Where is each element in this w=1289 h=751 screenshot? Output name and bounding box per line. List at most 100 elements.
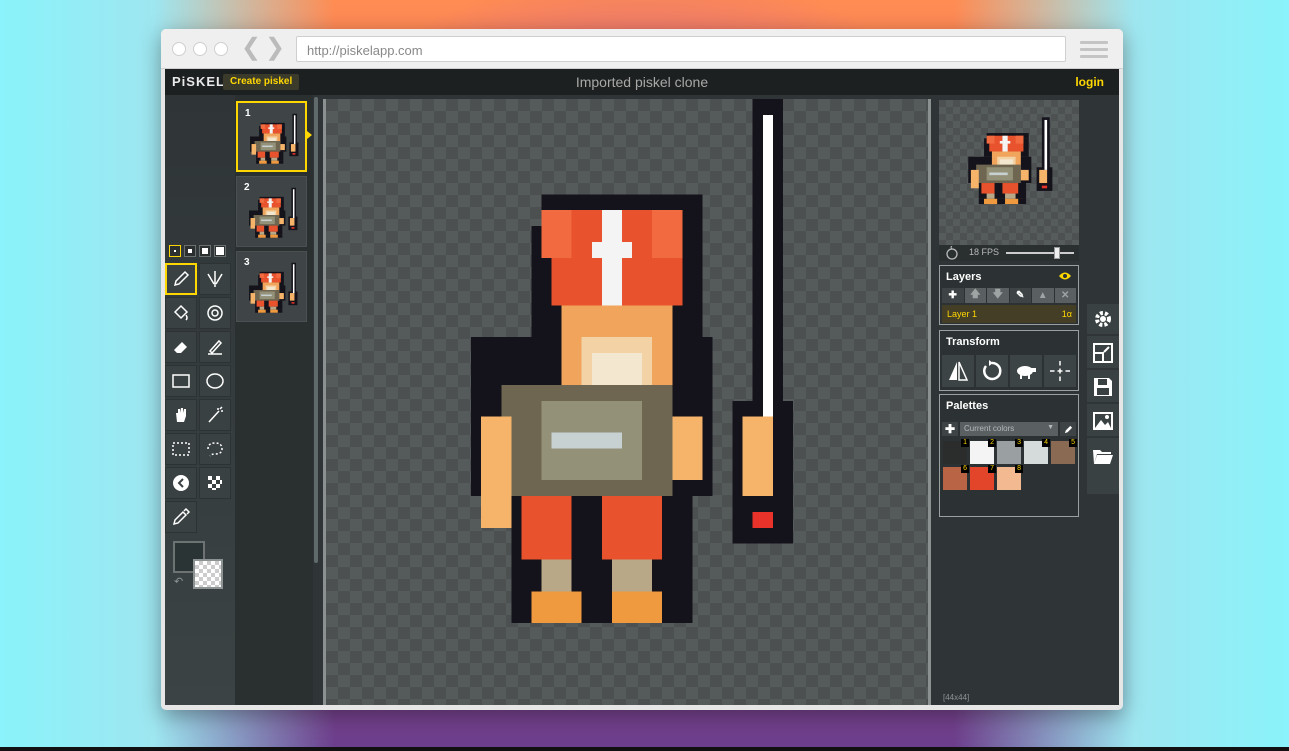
palette-swatch[interactable]: 1 (943, 439, 969, 464)
settings-gear-icon[interactable] (1087, 304, 1119, 336)
fps-label: 18 FPS (969, 247, 1000, 257)
eyedropper-icon (172, 507, 191, 526)
frame-sprite-image (249, 187, 298, 238)
palette-swatch[interactable]: 4 (1024, 439, 1050, 464)
lighten-tool[interactable] (165, 467, 197, 499)
back-arrow-icon[interactable]: ❮ (241, 36, 261, 60)
palette-select-value: Current colors (964, 424, 1015, 433)
frame-thumbnail[interactable]: 1 (236, 101, 307, 172)
layers-panel: Layers ✚ 🡅 🡇 ✎ ▲ ✕ Layer 1 1α (939, 265, 1079, 325)
color-picker-tool[interactable] (165, 501, 197, 533)
layer-name: Layer 1 (947, 309, 978, 319)
flip-icon[interactable] (942, 355, 974, 387)
circle-icon (206, 373, 224, 389)
clone-sheep-icon[interactable] (1010, 355, 1042, 387)
hamburger-menu-icon[interactable] (1080, 41, 1108, 59)
shape-selection-tool[interactable] (199, 399, 231, 431)
drawing-area (320, 95, 939, 705)
palette-toolbar: ✚ Current colors ▼ (942, 422, 1076, 436)
eraser-icon (174, 342, 187, 353)
onion-skin-icon[interactable] (945, 246, 959, 260)
fps-slider[interactable] (1006, 252, 1074, 254)
save-icon[interactable] (1087, 372, 1119, 404)
selected-frame-arrow-icon (307, 131, 312, 139)
rectangle-selection-tool[interactable] (165, 433, 197, 465)
screen-bottom-edge (0, 747, 1289, 751)
palettes-panel: Palettes ✚ Current colors ▼ 1 2 3 4 5 6 … (939, 394, 1079, 517)
frame-thumbnail[interactable]: 3 (236, 251, 307, 322)
add-palette-icon[interactable]: ✚ (942, 422, 958, 436)
transform-toolbar (942, 355, 1076, 387)
delete-layer-icon[interactable]: ✕ (1054, 288, 1076, 303)
frame-thumbnail[interactable]: 2 (236, 176, 307, 247)
export-image-icon[interactable] (1087, 406, 1119, 438)
palette-swatch[interactable]: 6 (943, 465, 969, 490)
layer-toolbar: ✚ 🡅 🡇 ✎ ▲ ✕ (942, 288, 1076, 303)
dithering-tool[interactable] (199, 467, 231, 499)
paint-bucket-icon (173, 304, 189, 321)
palette-swatch[interactable]: 8 (997, 465, 1023, 490)
fps-control: 18 FPS (939, 245, 1079, 261)
palette-swatch[interactable]: 3 (997, 439, 1023, 464)
address-bar[interactable]: http://piskelapp.com (296, 36, 1066, 62)
move-tool[interactable] (165, 399, 197, 431)
animation-preview[interactable] (939, 100, 1079, 245)
browser-chrome: ❮ ❯ http://piskelapp.com (161, 29, 1123, 69)
eraser-tool[interactable] (165, 331, 197, 363)
center-icon[interactable] (1044, 355, 1076, 387)
lasso-selection-tool[interactable] (199, 433, 231, 465)
resize-icon[interactable] (1087, 338, 1119, 370)
mirror-pen-icon (207, 271, 223, 287)
pen-size-1[interactable] (169, 245, 181, 257)
sprite-drawing (471, 99, 793, 624)
pen-size-4[interactable] (214, 245, 226, 257)
layer-opacity: 1α (1061, 309, 1072, 319)
swap-colors-icon[interactable]: ↶ (174, 575, 183, 588)
palette-swatch[interactable]: 2 (970, 439, 996, 464)
edit-palette-icon[interactable] (1060, 422, 1076, 436)
piskel-app: PiSKEL Create piskel Imported piskel clo… (165, 69, 1119, 705)
frame-sprite-image (250, 113, 299, 164)
tools-panel: ↶ (165, 95, 235, 705)
move-layer-down-icon[interactable]: 🡇 (987, 288, 1009, 303)
edit-layer-icon[interactable]: ✎ (1009, 288, 1031, 303)
paint-all-same-color-tool[interactable] (199, 297, 231, 329)
paint-bucket-tool[interactable] (165, 297, 197, 329)
palette-swatch[interactable]: 5 (1051, 439, 1077, 464)
fps-slider-handle[interactable] (1054, 247, 1060, 259)
magic-wand-icon (208, 406, 223, 423)
pen-size-2[interactable] (184, 245, 196, 257)
stroke-tool[interactable] (199, 331, 231, 363)
pen-tool[interactable] (165, 263, 197, 295)
rotate-icon[interactable] (976, 355, 1008, 387)
frame-sprite-image (249, 262, 298, 313)
login-link[interactable]: login (1075, 75, 1104, 89)
transform-title: Transform (946, 336, 1000, 348)
rectangle-tool[interactable] (165, 365, 197, 397)
dashed-rectangle-icon (172, 442, 190, 456)
open-folder-icon[interactable] (1087, 440, 1119, 472)
window-close-dot[interactable] (172, 42, 186, 56)
lasso-icon (207, 442, 223, 457)
circle-tool[interactable] (199, 365, 231, 397)
frames-list: 1 2 3 (235, 95, 313, 705)
palette-swatch[interactable]: 7 (970, 465, 996, 490)
lighten-icon (173, 475, 189, 491)
window-maximize-dot[interactable] (214, 42, 228, 56)
app-header: PiSKEL Create piskel Imported piskel clo… (165, 69, 1119, 95)
vertical-mirror-pen-tool[interactable] (199, 263, 231, 295)
window-minimize-dot[interactable] (193, 42, 207, 56)
add-layer-icon[interactable]: ✚ (942, 288, 964, 303)
layer-item[interactable]: Layer 1 1α (942, 305, 1076, 323)
frames-scrollbar[interactable] (314, 97, 318, 563)
drawing-canvas[interactable] (323, 99, 931, 705)
palette-select[interactable]: Current colors ▼ (960, 422, 1058, 436)
layers-title: Layers (946, 271, 982, 283)
move-layer-up-icon[interactable]: 🡅 (964, 288, 986, 303)
forward-arrow-icon[interactable]: ❯ (265, 36, 285, 60)
secondary-color-swatch[interactable] (193, 559, 223, 589)
eye-icon[interactable] (1058, 271, 1072, 281)
merge-layer-icon[interactable]: ▲ (1032, 288, 1054, 303)
chevron-down-icon: ▼ (1047, 424, 1054, 431)
pen-size-3[interactable] (199, 245, 211, 257)
